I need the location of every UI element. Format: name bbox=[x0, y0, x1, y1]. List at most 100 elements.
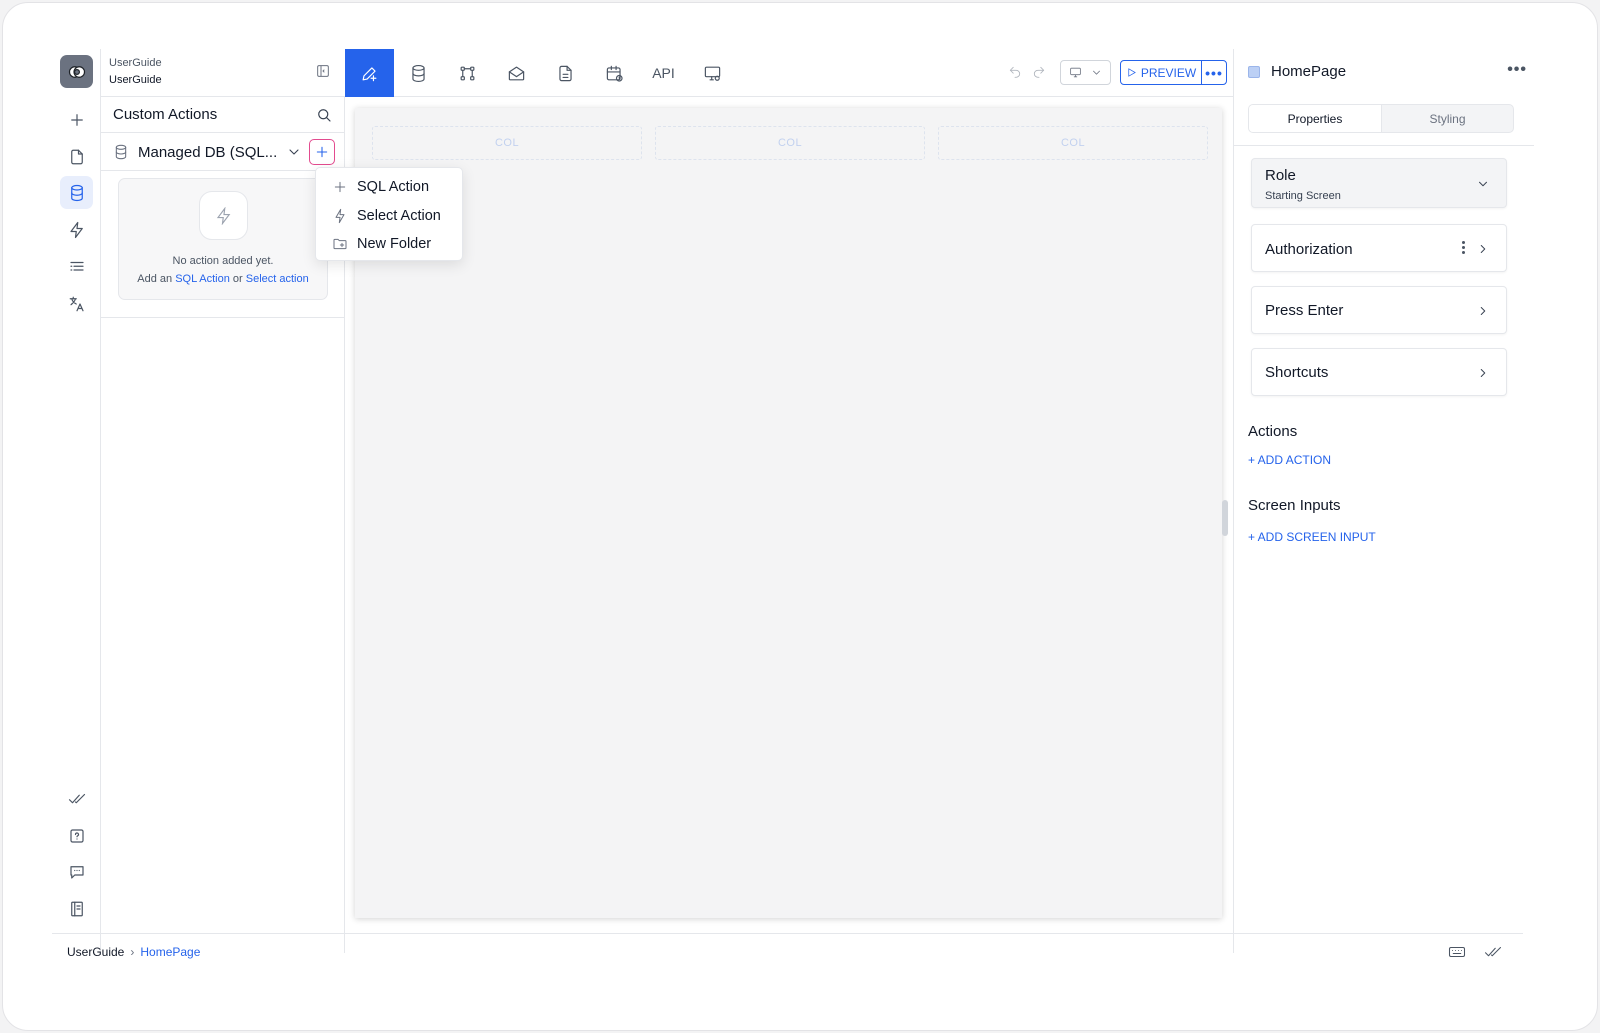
column-placeholder[interactable]: COL bbox=[938, 126, 1208, 160]
project-header: UserGuide UserGuide bbox=[101, 49, 345, 97]
project-name: UserGuide bbox=[109, 57, 162, 69]
role-label: Role bbox=[1265, 167, 1296, 184]
breadcrumb: UserGuide › HomePage bbox=[67, 945, 200, 959]
list-icon[interactable] bbox=[60, 250, 93, 283]
add-icon[interactable] bbox=[60, 103, 93, 136]
panel-header: Custom Actions bbox=[101, 97, 345, 133]
breadcrumb-root[interactable]: UserGuide bbox=[67, 945, 124, 959]
chevron-down-icon bbox=[1476, 177, 1490, 191]
role-selector[interactable]: Role Starting Screen bbox=[1251, 158, 1507, 208]
add-action-menu: SQL Action Select Action New Folder bbox=[315, 167, 463, 261]
chevron-down-icon[interactable] bbox=[286, 144, 302, 160]
empty-message: No action added yet. bbox=[172, 255, 274, 267]
app-logo[interactable] bbox=[60, 55, 93, 88]
device-selector[interactable] bbox=[1060, 60, 1111, 85]
column-placeholder[interactable]: COL bbox=[372, 126, 642, 160]
card-label: Press Enter bbox=[1265, 302, 1344, 319]
redo-icon[interactable] bbox=[1032, 65, 1048, 81]
mail-icon[interactable] bbox=[492, 49, 541, 97]
menu-item-sql-action[interactable]: SQL Action bbox=[316, 172, 462, 201]
canvas-area: COL COL COL bbox=[345, 97, 1233, 953]
menu-item-new-folder[interactable]: New Folder bbox=[316, 229, 462, 258]
custom-actions-panel: Custom Actions Managed DB (SQL... No act… bbox=[101, 97, 345, 953]
add-screen-input-link[interactable]: + ADD SCREEN INPUT bbox=[1248, 530, 1376, 544]
add-action-button[interactable] bbox=[309, 139, 335, 165]
desktop-icon bbox=[1069, 67, 1081, 78]
play-icon bbox=[1128, 68, 1136, 77]
project-app-name: UserGuide bbox=[109, 74, 162, 86]
undo-icon[interactable] bbox=[1008, 65, 1024, 81]
search-icon[interactable] bbox=[315, 106, 333, 124]
chevron-right-icon bbox=[1476, 242, 1490, 256]
add-action-link[interactable]: + ADD ACTION bbox=[1248, 453, 1331, 467]
properties-panel: HomePage ••• Properties Styling Role Sta… bbox=[1233, 49, 1553, 953]
app: UserGuide UserGuide Custom Actions Manag… bbox=[52, 49, 1553, 995]
double-check-icon[interactable] bbox=[60, 782, 93, 815]
tab-styling[interactable]: Styling bbox=[1382, 105, 1513, 132]
chevron-right-icon bbox=[1476, 366, 1490, 380]
breadcrumb-current[interactable]: HomePage bbox=[140, 945, 200, 959]
workflow-icon[interactable] bbox=[443, 49, 492, 97]
database-icon bbox=[113, 144, 129, 160]
screen-icon bbox=[1248, 66, 1260, 78]
empty-hint: Add an SQL Action or Select action bbox=[137, 273, 309, 285]
menu-item-select-action[interactable]: Select Action bbox=[316, 201, 462, 230]
panel-header: HomePage ••• bbox=[1234, 49, 1553, 97]
more-options-button[interactable]: ••• bbox=[1201, 60, 1227, 85]
calendar-clock-icon[interactable] bbox=[590, 49, 639, 97]
app-window: UserGuide UserGuide Custom Actions Manag… bbox=[2, 2, 1598, 1031]
status-bar: UserGuide › HomePage bbox=[52, 933, 1523, 995]
preview-button[interactable]: PREVIEW bbox=[1120, 60, 1202, 85]
document-icon[interactable] bbox=[541, 49, 590, 97]
card-label: Authorization bbox=[1265, 241, 1353, 258]
divider bbox=[1234, 145, 1534, 146]
edit-icon[interactable] bbox=[345, 49, 394, 97]
page-icon[interactable] bbox=[60, 140, 93, 173]
help-icon[interactable] bbox=[60, 819, 93, 852]
database-name: Managed DB (SQL... bbox=[138, 144, 278, 161]
bolt-icon bbox=[332, 208, 348, 224]
role-value: Starting Screen bbox=[1265, 190, 1341, 202]
column-placeholder[interactable]: COL bbox=[655, 126, 925, 160]
page-canvas[interactable]: COL COL COL bbox=[355, 108, 1222, 918]
folder-plus-icon bbox=[332, 236, 348, 252]
divider bbox=[101, 317, 345, 318]
authorization-card[interactable]: Authorization bbox=[1251, 224, 1507, 272]
empty-state: No action added yet. Add an SQL Action o… bbox=[118, 178, 328, 300]
panel-tabs: Properties Styling bbox=[1248, 104, 1514, 133]
chevron-down-icon bbox=[1092, 70, 1100, 75]
collapse-panel-icon[interactable] bbox=[315, 63, 333, 81]
panel-title: Custom Actions bbox=[113, 106, 218, 123]
screen-inputs-title: Screen Inputs bbox=[1248, 497, 1341, 514]
plus-icon bbox=[316, 146, 328, 158]
chevron-right-icon bbox=[1476, 304, 1490, 318]
bolt-icon bbox=[199, 191, 248, 240]
double-check-icon[interactable] bbox=[1484, 944, 1502, 960]
database-selector[interactable]: Managed DB (SQL... bbox=[101, 133, 345, 171]
database-icon[interactable] bbox=[60, 176, 93, 209]
kebab-icon[interactable] bbox=[1462, 241, 1466, 255]
shortcuts-card[interactable]: Shortcuts bbox=[1251, 348, 1507, 396]
feedback-icon[interactable] bbox=[60, 855, 93, 888]
keyboard-icon[interactable] bbox=[1448, 944, 1466, 960]
press-enter-card[interactable]: Press Enter bbox=[1251, 286, 1507, 334]
logo-icon bbox=[68, 65, 85, 78]
screen-title: HomePage bbox=[1271, 63, 1347, 80]
tab-properties[interactable]: Properties bbox=[1249, 105, 1382, 132]
database-icon[interactable] bbox=[394, 49, 443, 97]
more-options-icon[interactable]: ••• bbox=[1507, 61, 1527, 79]
lightning-icon[interactable] bbox=[60, 213, 93, 246]
translate-icon[interactable] bbox=[60, 287, 93, 320]
resize-handle[interactable] bbox=[1222, 500, 1228, 536]
top-toolbar: API PREVIEW ••• bbox=[345, 49, 1233, 97]
api-tab[interactable]: API bbox=[639, 49, 688, 97]
plus-icon bbox=[332, 179, 348, 195]
select-action-link[interactable]: Select action bbox=[246, 273, 309, 285]
actions-title: Actions bbox=[1248, 423, 1298, 440]
docs-icon[interactable] bbox=[60, 892, 93, 925]
card-label: Shortcuts bbox=[1265, 364, 1329, 381]
left-rail bbox=[52, 49, 101, 953]
screen-settings-icon[interactable] bbox=[688, 49, 737, 97]
sql-action-link[interactable]: SQL Action bbox=[175, 273, 230, 285]
breadcrumb-separator: › bbox=[130, 945, 135, 959]
